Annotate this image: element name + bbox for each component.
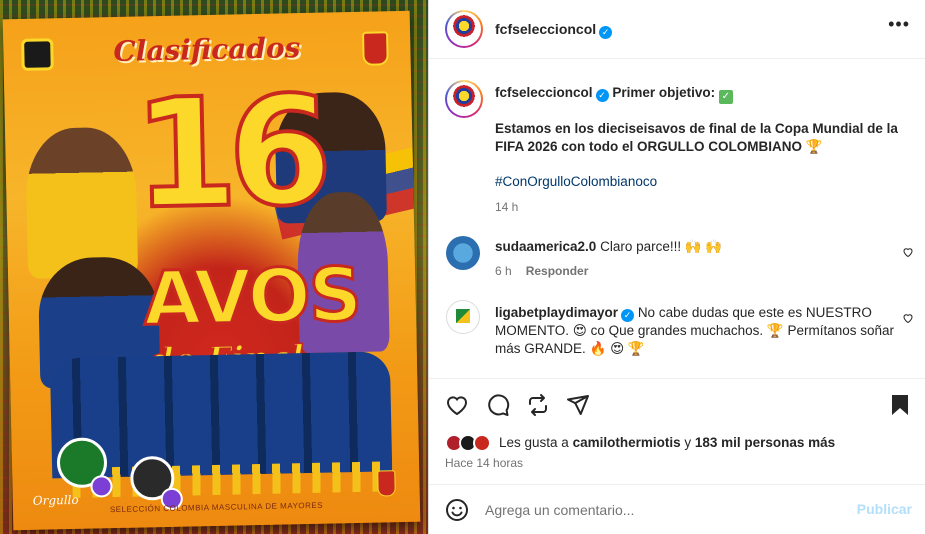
check-mark-icon: ✓	[718, 90, 733, 104]
comment-body: Claro parce!!! 🙌 🙌	[600, 239, 723, 254]
comment-username[interactable]: sudaamerica2.0	[495, 239, 596, 254]
caption-lead: fcfseleccioncol ✓ Primer objetivo: ✓	[495, 84, 905, 104]
poster-title: Clasificados	[113, 31, 301, 69]
header-username[interactable]: fcfseleccioncol ✓	[495, 21, 613, 39]
add-comment-bar: Publicar	[429, 484, 925, 534]
verified-badge-icon: ✓	[595, 89, 609, 102]
post-time: Hace 14 horas	[445, 456, 524, 470]
team-legs	[72, 461, 393, 498]
poster-image: Clasificados 16 AVOS de Final Orgullo SE…	[2, 10, 421, 531]
publish-button[interactable]: Publicar	[857, 501, 912, 517]
world-cup-badge-icon	[377, 470, 396, 497]
avatar[interactable]	[446, 236, 480, 270]
action-bar	[429, 378, 925, 430]
bookmark-icon[interactable]	[888, 393, 912, 417]
reply-button[interactable]: Responder	[526, 264, 589, 278]
liker-avatars	[445, 434, 497, 452]
caption-username[interactable]: fcfseleccioncol	[495, 85, 593, 100]
comment-icon[interactable]	[486, 393, 510, 417]
send-icon[interactable]	[566, 393, 590, 417]
post-header: fcfseleccioncol ✓ •••	[429, 0, 925, 59]
player-figure	[24, 126, 139, 279]
caption-lead-text: Primer objetivo:	[612, 85, 716, 100]
caption-time: 14 h	[495, 200, 519, 214]
liker-username[interactable]: camilothermiotis	[573, 435, 681, 450]
avatar[interactable]	[445, 80, 483, 118]
comments-list[interactable]: fcfseleccioncol ✓ Primer objetivo: ✓ Esta…	[429, 60, 925, 378]
comment-text: ligabetplaydimayor ✓ No cabe dudas que es…	[495, 304, 895, 358]
poster-avos: AVOS	[141, 250, 362, 344]
comment-username[interactable]: ligabetplaydimayor	[495, 305, 618, 320]
avatar	[473, 434, 491, 452]
likes-count[interactable]: 183 mil personas más	[695, 435, 835, 450]
likes-prefix: Les gusta a	[499, 435, 573, 450]
heart-icon[interactable]	[445, 393, 469, 417]
poster-number: 16	[130, 63, 326, 245]
comment-input[interactable]	[485, 500, 845, 520]
verified-badge-icon: ✓	[599, 26, 613, 39]
header-username-text[interactable]: fcfseleccioncol	[495, 21, 596, 37]
verified-badge-icon: ✓	[621, 309, 635, 322]
avatar[interactable]	[446, 300, 480, 334]
comment-meta: 6 h Responder	[495, 264, 588, 278]
likes-middle: y	[680, 435, 695, 450]
avatar[interactable]	[445, 10, 483, 48]
heart-outline-icon[interactable]	[902, 246, 914, 258]
repost-icon[interactable]	[526, 393, 550, 417]
comment-time: 6 h	[495, 264, 512, 278]
comment-text: sudaamerica2.0 Claro parce!!! 🙌 🙌	[495, 238, 895, 256]
emoji-icon[interactable]	[445, 498, 469, 522]
likes-text: Les gusta a camilothermiotis y 183 mil p…	[499, 435, 835, 450]
hashtag-link[interactable]: #ConOrgulloColombianoco	[495, 174, 657, 189]
heart-outline-icon[interactable]	[902, 312, 914, 324]
post-panel: fcfseleccioncol ✓ ••• fcfseleccioncol ✓ Pr…	[428, 0, 925, 534]
more-options-icon[interactable]: •••	[888, 14, 910, 35]
post-media[interactable]: Clasificados 16 AVOS de Final Orgullo SE…	[0, 0, 428, 534]
caption-body: Estamos en los dieciseisavos de final de…	[495, 121, 898, 154]
